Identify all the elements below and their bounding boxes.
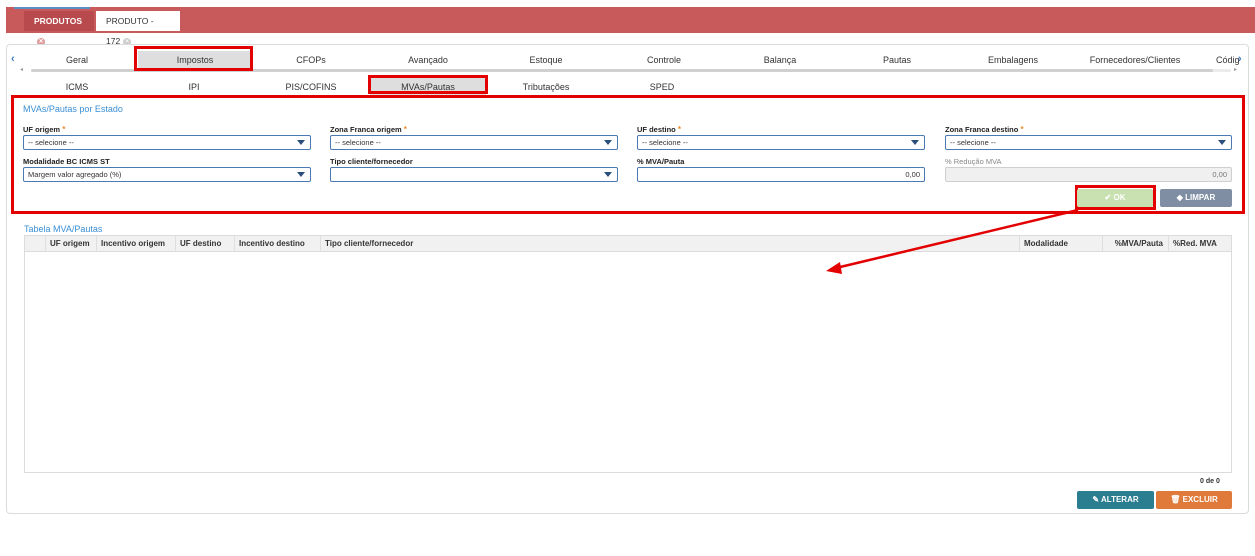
arrow-line bbox=[835, 208, 1079, 270]
arrow-head bbox=[826, 262, 842, 274]
annotation-arrow bbox=[826, 208, 1079, 274]
